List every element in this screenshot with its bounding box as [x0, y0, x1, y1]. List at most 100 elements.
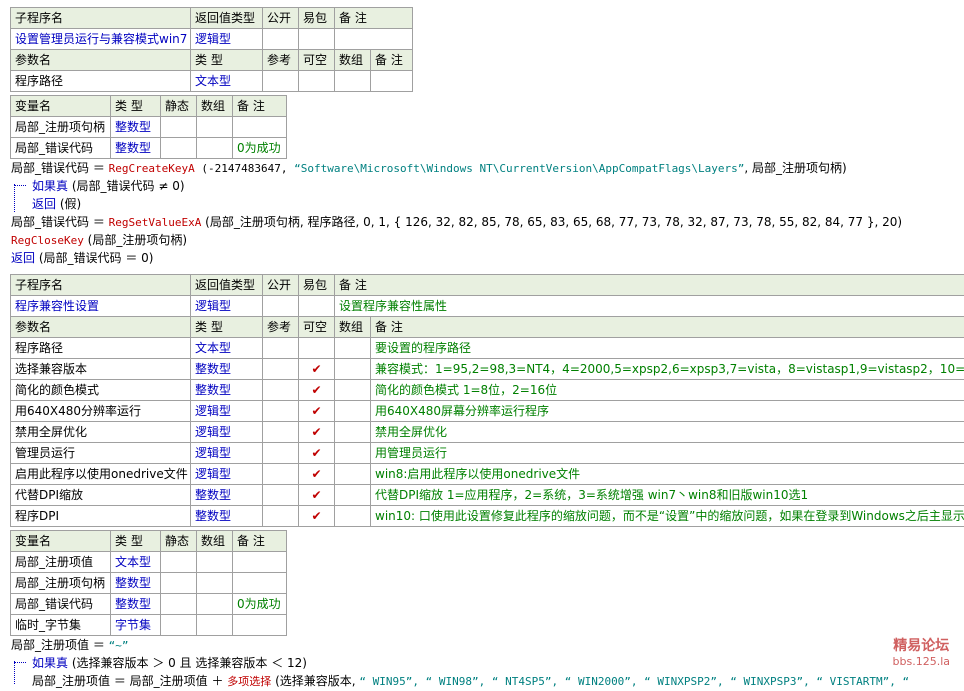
param-name-cell[interactable]: 管理员运行	[11, 443, 191, 464]
sub2-name-cell[interactable]: 程序兼容性设置	[11, 296, 191, 317]
code-line[interactable]: 局部_错误代码 ＝ RegCreateKeyA (-2147483647, “S…	[11, 159, 847, 178]
param-row[interactable]: 管理员运行逻辑型 ✔ 用管理员运行	[11, 443, 964, 464]
var-type-cell[interactable]: 文本型	[111, 552, 161, 573]
param-note-cell[interactable]: 要设置的程序路径	[371, 338, 964, 359]
var-note-cell[interactable]	[233, 615, 287, 636]
param-row[interactable]: 用640X480分辨率运行逻辑型✔用640X480屏幕分辨率运行程序	[11, 401, 964, 422]
param-row[interactable]: 程序路径文本型 要设置的程序路径	[11, 338, 964, 359]
sub1-note-cell[interactable]	[335, 29, 413, 50]
check-icon[interactable]: ✔	[299, 443, 335, 464]
param-ref-cell[interactable]	[263, 359, 299, 380]
var-static-cell[interactable]	[161, 552, 197, 573]
var-static-cell[interactable]	[161, 117, 197, 138]
check-icon[interactable]: ✔	[299, 380, 335, 401]
param-row[interactable]: 简化的颜色模式整数型✔简化的颜色模式 1=8位，2=16位	[11, 380, 964, 401]
param-ref-cell[interactable]	[263, 443, 299, 464]
param-row[interactable]: 程序DPI整数型✔win10: 口使用此设置修复此程序的缩放问题，而不是“设置”…	[11, 506, 964, 527]
var-type-cell[interactable]: 整数型	[111, 594, 161, 615]
param-name-cell[interactable]: 简化的颜色模式	[11, 380, 191, 401]
param-array-cell[interactable]	[335, 443, 371, 464]
param-type-cell[interactable]: 整数型	[191, 485, 263, 506]
code-line[interactable]: 如果真 (局部_错误代码 ≠ 0)	[32, 177, 185, 195]
param-ref-cell[interactable]	[263, 422, 299, 443]
check-icon[interactable]: ✔	[299, 401, 335, 422]
var-row[interactable]: 局部_注册项值文本型	[11, 552, 287, 573]
sub2-note-cell[interactable]: 设置程序兼容性属性	[335, 296, 964, 317]
code-line[interactable]: 返回 (局部_错误代码 ＝ 0)	[11, 249, 153, 267]
var-static-cell[interactable]	[161, 138, 197, 159]
var-type-cell[interactable]: 整数型	[111, 117, 161, 138]
var-name-cell[interactable]: 局部_错误代码	[11, 138, 111, 159]
param-name-cell[interactable]: 程序DPI	[11, 506, 191, 527]
param-type-cell[interactable]: 逻辑型	[191, 422, 263, 443]
param-array-cell[interactable]	[335, 380, 371, 401]
code-line[interactable]: 局部_注册项值 ＝ 局部_注册项值 ＋ 多项选择 (选择兼容版本, “ WIN9…	[32, 672, 909, 691]
var-note-cell[interactable]	[233, 117, 287, 138]
param-type-cell[interactable]: 整数型	[191, 359, 263, 380]
param-row[interactable]: 选择兼容版本整数型✔兼容模式：1=95,2=98,3=NT4，4=2000,5=…	[11, 359, 964, 380]
param-name-cell[interactable]: 用640X480分辨率运行	[11, 401, 191, 422]
var-row[interactable]: 局部_注册项句柄整数型	[11, 573, 287, 594]
var-note-cell[interactable]: 0为成功	[233, 594, 287, 615]
param-array-cell[interactable]	[335, 338, 371, 359]
var-note-cell[interactable]	[233, 573, 287, 594]
param-type-cell[interactable]: 逻辑型	[191, 401, 263, 422]
sub2-public-cell[interactable]	[263, 296, 299, 317]
code-line[interactable]: 返回 (假)	[32, 195, 81, 213]
param-name-cell[interactable]: 代替DPI缩放	[11, 485, 191, 506]
param-note-cell[interactable]: win10: 口使用此设置修复此程序的缩放问题，而不是“设置”中的缩放问题，如果…	[371, 506, 964, 527]
var-array-cell[interactable]	[197, 573, 233, 594]
var-array-cell[interactable]	[197, 615, 233, 636]
param-name-cell[interactable]: 程序路径	[11, 338, 191, 359]
param-ref-cell[interactable]	[263, 380, 299, 401]
param-array-cell[interactable]	[335, 422, 371, 443]
var-static-cell[interactable]	[161, 615, 197, 636]
param-array-cell[interactable]	[335, 71, 371, 92]
param-type-cell[interactable]: 整数型	[191, 380, 263, 401]
sub1-public-cell[interactable]	[263, 29, 299, 50]
var-name-cell[interactable]: 局部_注册项句柄	[11, 573, 111, 594]
var-note-cell[interactable]	[233, 552, 287, 573]
param-ref-cell[interactable]	[263, 71, 299, 92]
code-line[interactable]: 局部_错误代码 ＝ RegSetValueExA (局部_注册项句柄, 程序路径…	[11, 213, 902, 232]
param-array-cell[interactable]	[335, 401, 371, 422]
var-name-cell[interactable]: 局部_注册项值	[11, 552, 111, 573]
var-name-cell[interactable]: 临时_字节集	[11, 615, 111, 636]
code-line[interactable]: RegCloseKey (局部_注册项句柄)	[11, 231, 187, 250]
param-note-cell[interactable]: 代替DPI缩放 1=应用程序，2=系统，3=系统增强 win7丶win8和旧版w…	[371, 485, 964, 506]
param-name-cell[interactable]: 禁用全屏优化	[11, 422, 191, 443]
check-icon[interactable]: ✔	[299, 464, 335, 485]
param-type-cell[interactable]: 逻辑型	[191, 464, 263, 485]
param-array-cell[interactable]	[335, 464, 371, 485]
param-note-cell[interactable]: 禁用全屏优化	[371, 422, 964, 443]
var-row[interactable]: 临时_字节集字节集	[11, 615, 287, 636]
param-type-cell[interactable]: 文本型	[191, 338, 263, 359]
var-type-cell[interactable]: 整数型	[111, 573, 161, 594]
param-row[interactable]: 代替DPI缩放整数型✔代替DPI缩放 1=应用程序，2=系统，3=系统增强 wi…	[11, 485, 964, 506]
param-ref-cell[interactable]	[263, 485, 299, 506]
param-name-cell[interactable]: 程序路径	[11, 71, 191, 92]
param-array-cell[interactable]	[335, 359, 371, 380]
param-note-cell[interactable]	[371, 71, 413, 92]
var-array-cell[interactable]	[197, 117, 233, 138]
var-static-cell[interactable]	[161, 594, 197, 615]
param-array-cell[interactable]	[335, 506, 371, 527]
var-array-cell[interactable]	[197, 552, 233, 573]
var-type-cell[interactable]: 整数型	[111, 138, 161, 159]
var-array-cell[interactable]	[197, 138, 233, 159]
code-line[interactable]: 如果真 (选择兼容版本 ＞ 0 且 选择兼容版本 ＜ 12)	[32, 654, 307, 672]
param-ref-cell[interactable]	[263, 506, 299, 527]
param-array-cell[interactable]	[335, 485, 371, 506]
var-name-cell[interactable]: 局部_注册项句柄	[11, 117, 111, 138]
check-icon[interactable]	[299, 338, 335, 359]
var-static-cell[interactable]	[161, 573, 197, 594]
var-row[interactable]: 局部_错误代码整数型0为成功	[11, 594, 287, 615]
param-ref-cell[interactable]	[263, 401, 299, 422]
param-name-cell[interactable]: 启用此程序以使用onedrive文件	[11, 464, 191, 485]
var-row[interactable]: 局部_错误代码 整数型 0为成功	[11, 138, 287, 159]
param-note-cell[interactable]: 用管理员运行	[371, 443, 964, 464]
sub2-easy-pack-cell[interactable]	[299, 296, 335, 317]
param-nullable-cell[interactable]	[299, 71, 335, 92]
param-type-cell[interactable]: 逻辑型	[191, 443, 263, 464]
var-row[interactable]: 局部_注册项句柄 整数型	[11, 117, 287, 138]
